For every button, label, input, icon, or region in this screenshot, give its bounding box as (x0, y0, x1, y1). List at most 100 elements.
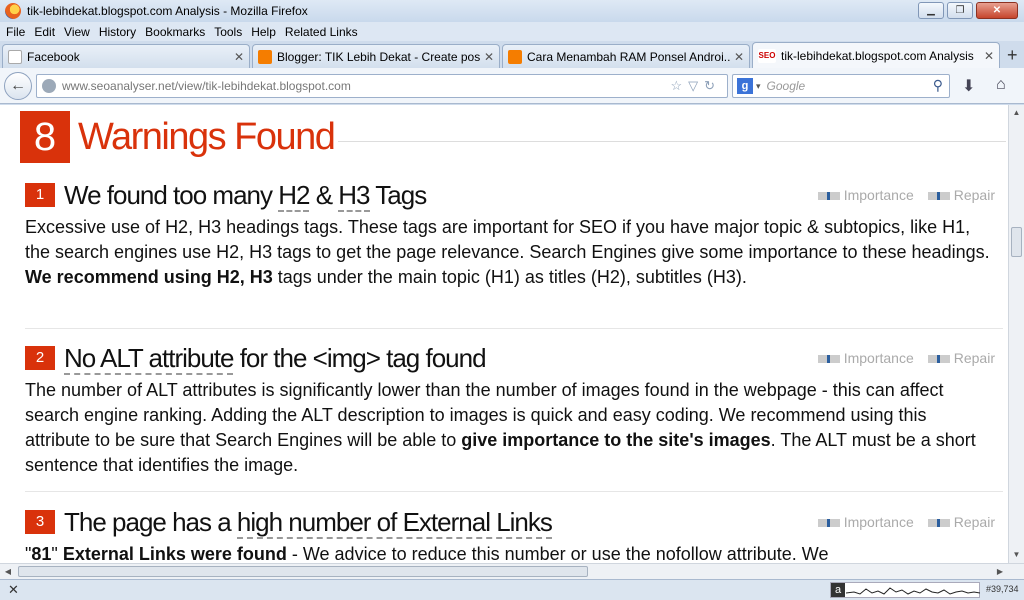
alt-attribute-link[interactable]: No ALT attribute (64, 342, 234, 375)
repair-indicator: Repair (927, 350, 995, 366)
horizontal-scrollbar[interactable]: ◀ ▶ (0, 563, 1024, 579)
maximize-button[interactable]: ❐ (947, 2, 973, 19)
warning-number: 2 (25, 346, 55, 370)
status-bar: ✕ a #39,734 (0, 579, 1024, 600)
menu-history[interactable]: History (99, 25, 136, 39)
home-icon[interactable]: ⌂ (996, 76, 1006, 94)
body-text: tags under the main topic (H1) as titles… (272, 267, 747, 287)
menu-file[interactable]: File (6, 25, 25, 39)
importance-indicator: Importance (817, 514, 914, 530)
tab-close-icon[interactable]: ✕ (234, 50, 244, 64)
h2-term-link[interactable]: H2 (278, 179, 310, 212)
bookmark-star-icon[interactable]: ☆ (670, 78, 688, 93)
title-text: Tags (369, 179, 427, 210)
importance-label: Importance (843, 514, 914, 530)
google-icon[interactable]: g (737, 78, 753, 94)
repair-indicator: Repair (927, 514, 995, 530)
facebook-favicon-icon (8, 49, 22, 64)
download-icon[interactable]: ⬇ (962, 76, 975, 96)
body-bold: External Links were found (57, 544, 287, 563)
scroll-right-icon[interactable]: ▶ (992, 564, 1008, 580)
tab-blogger[interactable]: Blogger: TIK Lebih Dekat - Create post ✕ (252, 44, 500, 68)
search-dropdown-icon[interactable]: ▾ (756, 81, 761, 92)
warning-number: 1 (25, 183, 55, 207)
menu-bookmarks[interactable]: Bookmarks (145, 25, 205, 39)
repair-indicator: Repair (927, 187, 995, 203)
menu-view[interactable]: View (64, 25, 90, 39)
menu-tools[interactable]: Tools (214, 25, 242, 39)
repair-bar-icon (927, 192, 950, 201)
tab-facebook[interactable]: Facebook ✕ (2, 44, 250, 68)
scroll-up-icon[interactable]: ▲ (1009, 105, 1024, 121)
repair-label: Repair (953, 187, 995, 203)
scroll-down-icon[interactable]: ▼ (1009, 547, 1024, 563)
menu-bar: File Edit View History Bookmarks Tools H… (0, 22, 1024, 41)
tab-bar: Facebook ✕ Blogger: TIK Lebih Dekat - Cr… (0, 41, 1024, 68)
close-window-button[interactable]: ✕ (976, 2, 1018, 19)
divider (25, 491, 1003, 492)
warning-number: 3 (25, 510, 55, 534)
importance-bar-icon (817, 192, 840, 201)
title-bar: tik-lebihdekat.blogspot.com Analysis - M… (0, 0, 1024, 22)
tab-label: tik-lebihdekat.blogspot.com Analysis (781, 48, 974, 63)
back-arrow-icon[interactable]: ← (4, 71, 32, 100)
warning-title: No ALT attribute for the <img> tag found (64, 342, 487, 375)
seo-favicon-icon: SEO (758, 48, 776, 63)
warning-description: Excessive use of H2, H3 headings tags. T… (25, 215, 995, 290)
menu-help[interactable]: Help (251, 25, 276, 39)
dropdown-arrow-icon[interactable]: ▽ (688, 78, 704, 93)
repair-label: Repair (953, 350, 995, 366)
divider (338, 141, 1006, 142)
tab-close-icon[interactable]: ✕ (484, 50, 494, 64)
url-input[interactable]: www.seoanalyser.net/view/tik-lebihdekat.… (36, 74, 728, 98)
h3-term-link[interactable]: H3 (338, 179, 371, 212)
alexa-graph[interactable]: a (830, 582, 980, 598)
scroll-thumb[interactable] (18, 566, 588, 577)
url-host: www.seoanalyser.net (62, 79, 175, 93)
importance-label: Importance (843, 350, 914, 366)
menu-related-links[interactable]: Related Links (285, 25, 358, 39)
tab-cara-menambah[interactable]: Cara Menambah RAM Ponsel Androi... ✕ (502, 44, 750, 68)
body-bold: 81 (31, 544, 52, 563)
tab-label: Blogger: TIK Lebih Dekat - Create post (277, 49, 480, 64)
navigation-bar: ← www.seoanalyser.net/view/tik-lebihdeka… (0, 68, 1024, 104)
search-icon[interactable]: ⚲ (933, 77, 943, 94)
repair-label: Repair (953, 514, 995, 530)
warning-title: We found too many H2 & H3 Tags (64, 179, 427, 212)
globe-icon (42, 79, 56, 93)
body-text: - We advice to reduce this number or use… (286, 544, 829, 563)
scroll-thumb[interactable] (1011, 227, 1022, 257)
firefox-logo-icon (5, 3, 21, 19)
scroll-left-icon[interactable]: ◀ (0, 564, 16, 580)
body-bold: We recommend using H2, H3 (25, 267, 273, 287)
page-content: 8 Warnings Found 1 We found too many H2 … (0, 105, 1008, 563)
minimize-button[interactable]: ▁ (918, 2, 944, 19)
external-links-link[interactable]: high number of External Links (236, 506, 553, 539)
importance-indicator: Importance (817, 350, 914, 366)
url-actions: ☆▽↻ (670, 78, 721, 94)
window-controls: ▁ ❐ ✕ (918, 2, 1018, 19)
close-icon[interactable]: ✕ (8, 582, 19, 598)
warning-item-3: 3 The page has a high number of External… (25, 506, 1005, 563)
tab-seo-analysis[interactable]: SEO tik-lebihdekat.blogspot.com Analysis… (752, 42, 1000, 68)
new-tab-icon[interactable]: + (1007, 45, 1018, 66)
blogger-favicon-icon (508, 49, 522, 64)
repair-bar-icon (927, 355, 950, 364)
reload-icon[interactable]: ↻ (704, 78, 721, 93)
tab-label: Facebook (27, 49, 80, 64)
warnings-header: 8 Warnings Found (20, 111, 336, 163)
title-text: for the <img> tag found (233, 342, 487, 373)
warning-description: The number of ALT attributes is signific… (25, 378, 995, 478)
url-path: /view/tik-lebihdekat.blogspot.com (174, 79, 351, 93)
menu-edit[interactable]: Edit (34, 25, 55, 39)
tab-close-icon[interactable]: ✕ (734, 50, 744, 64)
importance-label: Importance (843, 187, 914, 203)
warning-description: "81" External Links were found - We advi… (25, 542, 995, 563)
warning-meta: Importance Repair (817, 514, 995, 530)
tab-close-icon[interactable]: ✕ (984, 49, 994, 63)
search-input[interactable]: g ▾ Google ⚲ (732, 74, 950, 98)
body-text: Excessive use of H2, H3 headings tags. T… (25, 217, 990, 262)
title-text: We found too many (64, 179, 279, 210)
vertical-scrollbar[interactable]: ▲ ▼ (1008, 105, 1024, 563)
repair-bar-icon (927, 519, 950, 528)
